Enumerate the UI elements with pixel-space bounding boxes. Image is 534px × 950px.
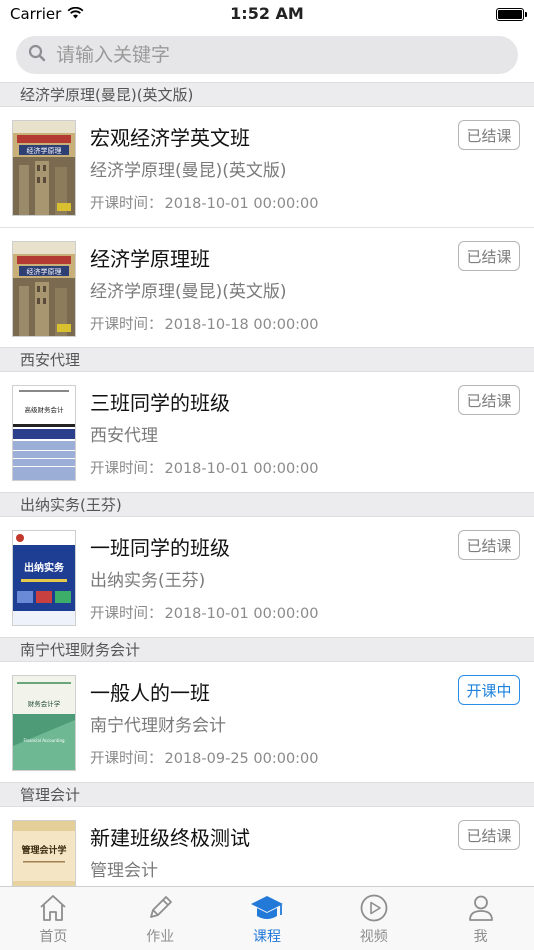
- tab-pencil[interactable]: 作业: [107, 887, 214, 950]
- section-header: 管理会计: [0, 782, 534, 807]
- course-cover-image: 高级财务会计: [12, 385, 76, 481]
- course-status-badge: 已结课: [458, 385, 520, 415]
- search-input[interactable]: [56, 44, 506, 66]
- search-icon: [28, 44, 46, 66]
- tab-bar: 首页 作业 课程 视频 我: [0, 886, 534, 950]
- play-circle-icon: [359, 891, 389, 925]
- course-start-time-value: 2018-09-25 00:00:00: [164, 751, 319, 767]
- course-row[interactable]: 出纳实务 一班同学的班级 出纳实务(王芬) 开课时间： 2018-10-01 00…: [0, 517, 534, 637]
- cover-title: 管理会计学: [21, 844, 66, 856]
- status-right: [496, 7, 527, 21]
- course-start-time-label: 开课时间：: [90, 751, 163, 767]
- course-title: 新建班级终极测试: [90, 826, 250, 850]
- course-row[interactable]: 经济学原理 经济学原理班 经济学原理(曼昆)(英文版) 开课时间： 2018-10…: [0, 227, 534, 347]
- course-cover-image: 出纳实务: [12, 530, 76, 626]
- course-title: 经济学原理班: [90, 247, 210, 271]
- course-info: 宏观经济学英文班 经济学原理(曼昆)(英文版) 开课时间： 2018-10-01 …: [90, 120, 520, 213]
- course-textbook: 西安代理: [90, 426, 158, 446]
- course-textbook: 经济学原理(曼昆)(英文版): [90, 161, 287, 181]
- section-header: 西安代理: [0, 347, 534, 372]
- course-info: 新建班级终极测试 管理会计: [90, 820, 520, 886]
- course-start-time-label: 开课时间：: [90, 606, 163, 622]
- tab-label: 课程: [252, 929, 281, 945]
- search-bar: [0, 28, 534, 84]
- tab-person[interactable]: 我: [427, 887, 534, 950]
- cover-title: 经济学原理: [27, 267, 62, 276]
- course-start-time: 开课时间： 2018-10-18 00:00:00: [90, 313, 520, 334]
- course-status-badge: 已结课: [458, 120, 520, 150]
- course-info: 三班同学的班级 西安代理 开课时间： 2018-10-01 00:00:00: [90, 385, 520, 478]
- course-info: 一班同学的班级 出纳实务(王芬) 开课时间： 2018-10-01 00:00:0…: [90, 530, 520, 623]
- cover-subtitle-en: Financial Accounting: [23, 738, 65, 743]
- section-header: 经济学原理(曼昆)(英文版): [0, 82, 534, 107]
- status-left: Carrier: [10, 5, 84, 23]
- course-row[interactable]: 高级财务会计 三班同学的班级 西安代理 开课时间： 2018-10-01 00:0…: [0, 372, 534, 492]
- course-status-badge: 已结课: [458, 530, 520, 560]
- course-start-time-value: 2018-10-01 00:00:00: [164, 461, 319, 477]
- course-title: 一班同学的班级: [90, 536, 230, 560]
- course-list[interactable]: 经济学原理(曼昆)(英文版) 经济学原理 宏观经济学英文班 经济学原理(曼昆)(…: [0, 82, 534, 886]
- tab-home[interactable]: 首页: [0, 887, 107, 950]
- cover-title: 财务会计学: [28, 699, 61, 708]
- course-start-time-label: 开课时间：: [90, 461, 163, 477]
- course-cover-image: 经济学原理: [12, 241, 76, 337]
- course-status-badge: 已结课: [458, 820, 520, 850]
- battery-fill: [498, 9, 522, 19]
- course-status-badge: 开课中: [458, 675, 520, 705]
- person-icon: [466, 891, 496, 925]
- course-start-time-label: 开课时间：: [90, 317, 163, 333]
- tab-play-circle[interactable]: 视频: [320, 887, 427, 950]
- course-start-time: 开课时间： 2018-10-01 00:00:00: [90, 457, 520, 478]
- pencil-icon: [145, 891, 175, 925]
- course-cover-image: 经济学原理: [12, 120, 76, 216]
- search-box[interactable]: [16, 36, 518, 74]
- course-start-time: 开课时间： 2018-09-25 00:00:00: [90, 747, 520, 768]
- wifi-icon: [67, 5, 84, 23]
- tab-label: 作业: [146, 929, 175, 945]
- course-start-time: 开课时间： 2018-10-01 00:00:00: [90, 192, 520, 213]
- course-row[interactable]: 财务会计学 Financial Accounting 一般人的一班 南宁代理财务…: [0, 662, 534, 782]
- course-info: 经济学原理班 经济学原理(曼昆)(英文版) 开课时间： 2018-10-18 00…: [90, 241, 520, 334]
- course-start-time-value: 2018-10-18 00:00:00: [164, 317, 319, 333]
- course-info: 一般人的一班 南宁代理财务会计 开课时间： 2018-09-25 00:00:00: [90, 675, 520, 768]
- section-header: 南宁代理财务会计: [0, 637, 534, 662]
- course-start-time-value: 2018-10-01 00:00:00: [164, 606, 319, 622]
- course-start-time-value: 2018-10-01 00:00:00: [164, 196, 319, 212]
- cover-title: 经济学原理: [27, 146, 62, 155]
- course-textbook: 经济学原理(曼昆)(英文版): [90, 282, 287, 302]
- course-textbook: 南宁代理财务会计: [90, 716, 226, 736]
- course-start-time: 开课时间： 2018-10-01 00:00:00: [90, 602, 520, 623]
- status-bar: Carrier: [0, 0, 534, 28]
- battery-icon: [496, 7, 527, 21]
- course-cover-image: 财务会计学 Financial Accounting: [12, 675, 76, 771]
- tab-label: 视频: [359, 929, 388, 945]
- course-start-time-label: 开课时间：: [90, 196, 163, 212]
- section-header: 出纳实务(王芬): [0, 492, 534, 517]
- carrier-label: Carrier: [10, 5, 62, 23]
- tab-graduation-cap[interactable]: 课程: [214, 887, 321, 950]
- cover-title: 出纳实务: [24, 561, 65, 574]
- course-textbook: 出纳实务(王芬): [90, 571, 206, 591]
- graduation-cap-icon: [249, 891, 285, 925]
- home-icon: [38, 891, 68, 925]
- tab-label: 我: [473, 929, 488, 945]
- cover-title: 高级财务会计: [25, 405, 65, 414]
- course-title: 三班同学的班级: [90, 391, 230, 415]
- course-status-badge: 已结课: [458, 241, 520, 271]
- course-textbook: 管理会计: [90, 861, 158, 881]
- course-row[interactable]: 管理会计学 新建班级终极测试 管理会计 已结课: [0, 807, 534, 886]
- course-row[interactable]: 经济学原理 宏观经济学英文班 经济学原理(曼昆)(英文版) 开课时间： 2018-…: [0, 107, 534, 227]
- tab-label: 首页: [39, 929, 68, 945]
- course-title: 一般人的一班: [90, 681, 210, 705]
- course-cover-image: 管理会计学: [12, 820, 76, 886]
- course-title: 宏观经济学英文班: [90, 126, 250, 150]
